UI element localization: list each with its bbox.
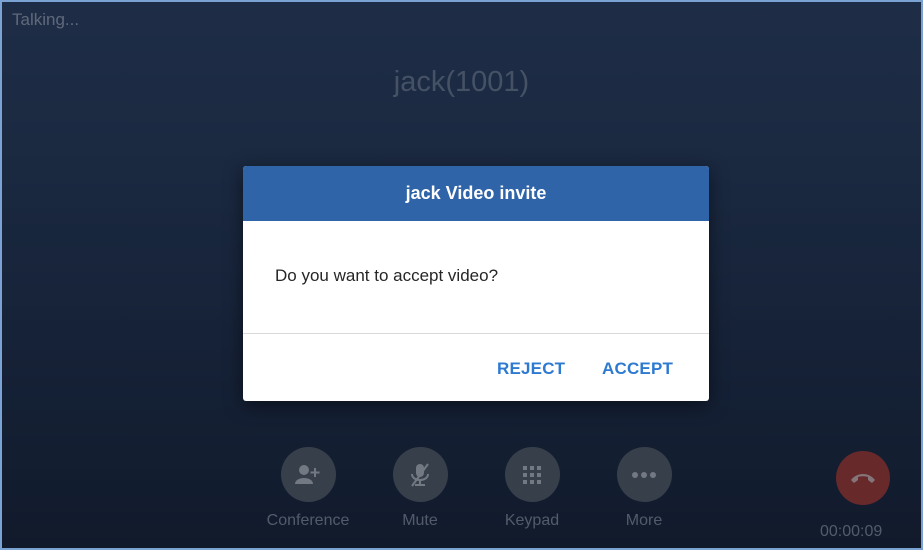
- accept-button[interactable]: ACCEPT: [602, 359, 673, 379]
- call-screen: Talking... jack(1001) Conference Mute Ke…: [0, 0, 923, 550]
- dialog-title: jack Video invite: [243, 166, 709, 221]
- dialog-message: Do you want to accept video?: [275, 266, 499, 285]
- video-invite-dialog: jack Video invite Do you want to accept …: [243, 166, 709, 401]
- dialog-divider: [243, 333, 709, 334]
- reject-button[interactable]: REJECT: [497, 359, 565, 379]
